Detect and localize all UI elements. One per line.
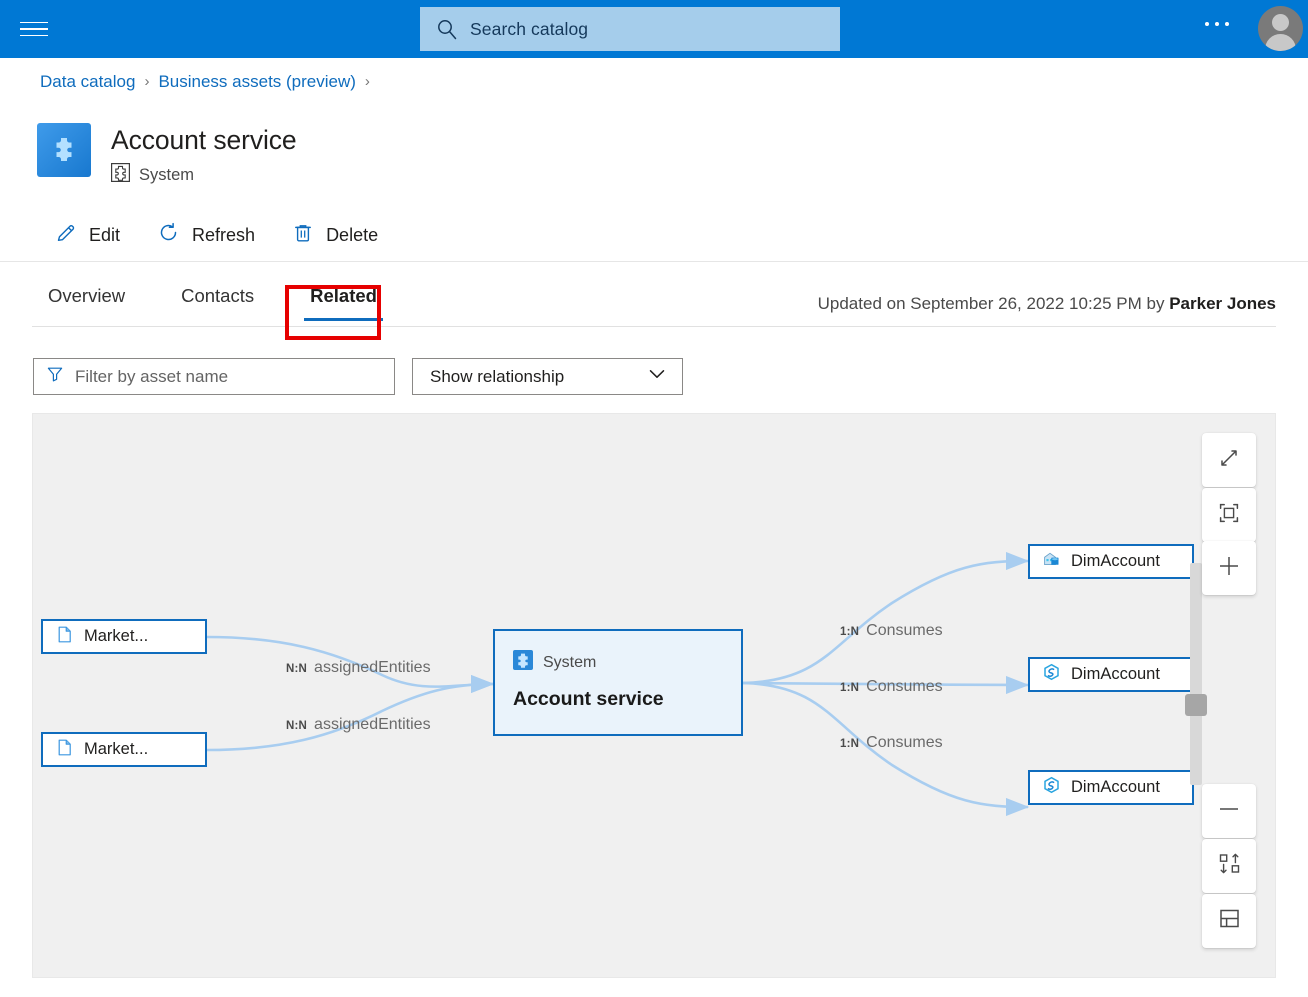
page-header: Account service System (0, 105, 1308, 205)
refresh-label: Refresh (192, 224, 256, 245)
synapse-hexagon-icon (1042, 663, 1061, 687)
delete-button[interactable]: Delete (277, 214, 392, 256)
system-puzzle-icon (513, 650, 533, 675)
filter-toolbar: Filter by asset name Show relationship (0, 358, 1308, 398)
synapse-hexagon-icon (1042, 776, 1061, 800)
trash-icon (291, 221, 315, 250)
expand-diagonal-icon (1216, 445, 1242, 476)
filter-asset-name-input[interactable]: Filter by asset name (33, 358, 395, 395)
refresh-button[interactable]: Refresh (142, 214, 269, 256)
graph-node-market-2[interactable]: Market... (41, 732, 207, 767)
edit-label: Edit (89, 224, 121, 245)
fit-frame-icon (1216, 500, 1242, 531)
plus-icon (1215, 552, 1243, 585)
user-avatar-icon[interactable] (1258, 6, 1303, 51)
tab-related-label: Related (310, 285, 377, 306)
graph-node-dimaccount-3[interactable]: DimAccount (1028, 770, 1194, 805)
updated-metadata: Updated on September 26, 2022 10:25 PM b… (818, 294, 1276, 314)
relationship-graph-canvas[interactable]: Market... Market... N:N assignedEntities… (32, 413, 1276, 978)
refresh-icon (156, 220, 181, 250)
data-warehouse-icon (1042, 550, 1061, 574)
active-tab-underline (304, 318, 383, 321)
asset-type-line: System (111, 163, 194, 187)
breadcrumb: Data catalog › Business assets (preview)… (0, 58, 1308, 105)
zoom-slider-thumb[interactable] (1185, 694, 1207, 716)
chevron-right-icon: › (364, 73, 370, 90)
search-input[interactable]: Search catalog (420, 7, 840, 51)
zoom-in-button[interactable] (1202, 541, 1256, 595)
asset-type-label: System (139, 165, 195, 184)
zoom-out-button[interactable] (1202, 784, 1256, 838)
command-bar: Edit Refresh Delete (0, 209, 1308, 262)
tab-contacts[interactable]: Contacts (173, 279, 262, 333)
graph-node-market-1[interactable]: Market... (41, 619, 207, 654)
graph-node-label: DimAccount (1071, 665, 1160, 683)
toggle-panel-button[interactable] (1202, 894, 1256, 948)
show-relationship-value: Show relationship (430, 366, 565, 386)
center-node-name: Account service (513, 688, 664, 710)
tab-overview[interactable]: Overview (40, 279, 133, 333)
center-node-type: System (543, 653, 597, 671)
search-placeholder: Search catalog (470, 18, 589, 39)
breadcrumb-item-data-catalog[interactable]: Data catalog (40, 72, 135, 92)
tab-related[interactable]: Related (302, 279, 385, 333)
graph-node-label: Market... (84, 627, 149, 645)
chevron-right-icon: › (144, 73, 150, 90)
search-icon (436, 18, 458, 40)
minus-icon (1215, 795, 1243, 828)
fullscreen-button[interactable] (1202, 433, 1256, 487)
ellipsis-icon[interactable] (1205, 22, 1229, 26)
document-icon (55, 738, 74, 762)
graph-node-dimaccount-2[interactable]: DimAccount (1028, 657, 1194, 692)
graph-node-account-service[interactable]: System Account service (493, 629, 743, 736)
edit-button[interactable]: Edit (40, 214, 134, 256)
document-icon (55, 625, 74, 649)
breadcrumb-item-business-assets[interactable]: Business assets (preview) (158, 72, 355, 92)
delete-label: Delete (326, 224, 379, 245)
top-navigation-bar: Search catalog (0, 0, 1308, 58)
system-puzzle-icon (111, 163, 130, 187)
hamburger-icon[interactable] (20, 16, 48, 42)
chevron-down-icon (646, 363, 668, 390)
updated-prefix: Updated on September 26, 2022 10:25 PM b… (817, 294, 1170, 313)
system-puzzle-tile-icon (37, 123, 91, 177)
pencil-icon (54, 221, 78, 250)
graph-node-label: DimAccount (1071, 778, 1160, 796)
swap-direction-button[interactable] (1202, 839, 1256, 893)
page-title: Account service (111, 125, 297, 155)
swap-layout-icon (1216, 850, 1243, 882)
filter-asset-name-placeholder: Filter by asset name (75, 366, 229, 386)
fit-to-screen-button[interactable] (1202, 488, 1256, 542)
show-relationship-dropdown[interactable]: Show relationship (412, 358, 683, 395)
tab-overview-label: Overview (48, 285, 126, 306)
panel-layout-icon (1216, 905, 1243, 937)
tab-divider (32, 326, 1276, 327)
graph-node-label: DimAccount (1071, 552, 1160, 570)
zoom-slider-track[interactable] (1190, 563, 1202, 785)
graph-node-dimaccount-1[interactable]: DimAccount (1028, 544, 1194, 579)
updated-user: Parker Jones (1169, 294, 1276, 313)
tab-contacts-label: Contacts (181, 285, 255, 306)
filter-funnel-icon (46, 365, 64, 388)
graph-node-label: Market... (84, 740, 149, 758)
